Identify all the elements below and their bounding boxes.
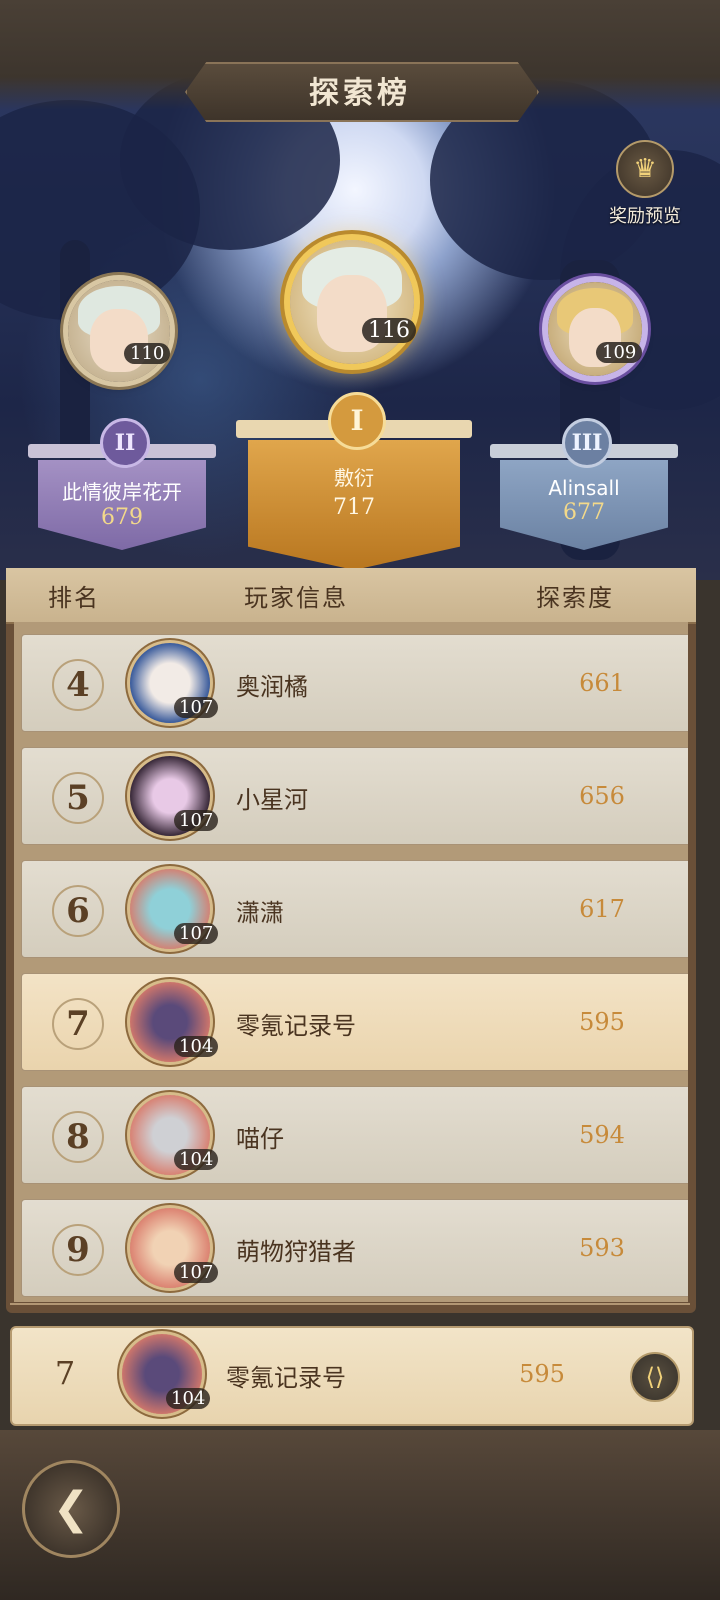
table-row-current-player[interactable]: 7 104 零氪记录号 595 [21, 973, 688, 1071]
reward-preview-button[interactable]: ♛ 奖励预览 [600, 140, 690, 228]
podium-rank-1: 敷衍 717 [248, 440, 460, 570]
player-name: 零氪记录号 [236, 1012, 356, 1040]
level-badge: 107 [174, 697, 219, 718]
ranking-panel: 排名 玩家信息 探索度 4 107 奥润橘 661 5 107 小星河 656 … [6, 568, 696, 1313]
player-name: 奥润橘 [236, 673, 308, 701]
my-explore-score: 595 [519, 1360, 565, 1388]
my-level-badge: 104 [166, 1388, 211, 1409]
share-icon[interactable]: ⟨⟩ [630, 1352, 680, 1402]
podium-name-3: Alinsall [548, 476, 620, 500]
table-row[interactable]: 6 107 潇潇 617 [21, 860, 688, 958]
rank-number: 6 [52, 885, 104, 937]
table-header: 排名 玩家信息 探索度 [6, 568, 696, 624]
explore-score: 661 [579, 669, 625, 697]
rank-number: 5 [52, 772, 104, 824]
header-explore: 探索度 [536, 584, 614, 612]
table-row[interactable]: 4 107 奥润橘 661 [21, 634, 688, 732]
table-row[interactable]: 8 104 喵仔 594 [21, 1086, 688, 1184]
header-player: 玩家信息 [244, 584, 348, 612]
reward-chest-icon: ♛ [616, 140, 674, 198]
back-arrow-icon[interactable]: ❮ [22, 1460, 120, 1558]
player-name: 喵仔 [236, 1125, 284, 1153]
player-name: 萌物狩猎者 [236, 1238, 356, 1266]
podium-score-1: 717 [333, 495, 375, 520]
level-badge-rank-3: 109 [596, 342, 643, 363]
rank-emblem-2: II [100, 418, 150, 468]
explore-score: 656 [579, 782, 625, 810]
rank-emblem-1: I [328, 392, 386, 450]
explore-score: 617 [579, 895, 625, 923]
header-rank: 排名 [48, 584, 100, 612]
player-name: 小星河 [236, 786, 308, 814]
podium-score-2: 679 [101, 505, 143, 530]
rank-number: 4 [52, 659, 104, 711]
table-row[interactable]: 5 107 小星河 656 [21, 747, 688, 845]
explore-score: 593 [579, 1234, 625, 1262]
level-badge-rank-1: 116 [362, 318, 416, 343]
podium-name-2: 此情彼岸花开 [62, 480, 182, 504]
level-badge: 104 [174, 1036, 219, 1057]
my-rank-number: 7 [54, 1354, 76, 1392]
ranking-list[interactable]: 4 107 奥润橘 661 5 107 小星河 656 6 107 潇潇 617… [14, 622, 688, 1302]
explore-score: 595 [579, 1008, 625, 1036]
player-name: 潇潇 [236, 899, 284, 927]
my-rank-bar[interactable]: 7 104 零氪记录号 595 ⟨⟩ [10, 1326, 694, 1426]
page-title: 探索榜 [309, 76, 411, 111]
rank-emblem-3: III [562, 418, 612, 468]
divider [10, 1303, 690, 1305]
level-badge-rank-2: 110 [124, 343, 171, 364]
avatar-rank-1[interactable] [290, 240, 414, 364]
level-badge: 107 [174, 1262, 219, 1283]
my-player-name: 零氪记录号 [226, 1364, 346, 1392]
rank-number: 7 [52, 998, 104, 1050]
table-row[interactable]: 9 107 萌物狩猎者 593 [21, 1199, 688, 1297]
podium-score-3: 677 [563, 500, 605, 525]
level-badge: 107 [174, 923, 219, 944]
rank-number: 9 [52, 1224, 104, 1276]
avatar-rank-2[interactable] [68, 280, 170, 382]
explore-score: 594 [579, 1121, 625, 1149]
reward-preview-label: 奖励预览 [609, 206, 681, 227]
rank-number: 8 [52, 1111, 104, 1163]
level-badge: 107 [174, 810, 219, 831]
level-badge: 104 [174, 1149, 219, 1170]
podium-name-1: 敷衍 [334, 466, 374, 490]
